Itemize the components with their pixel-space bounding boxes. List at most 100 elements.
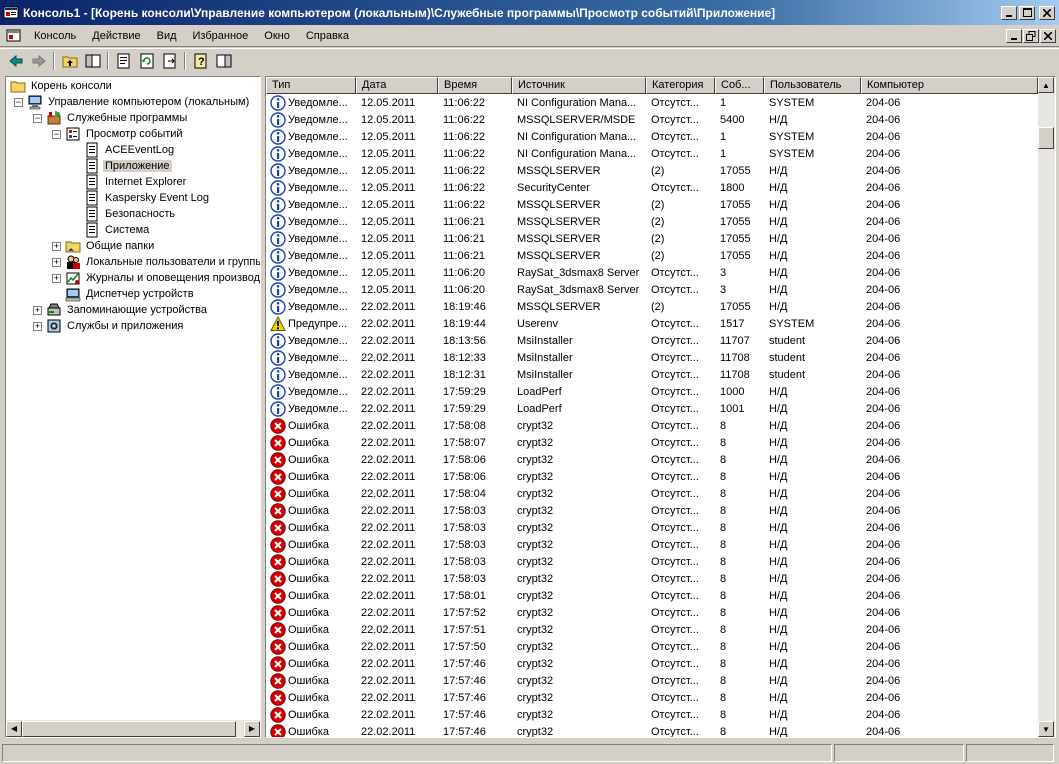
menu-view[interactable]: Вид (149, 30, 185, 42)
table-row[interactable]: Уведомле... 12.05.2011 11:06:22 MSSQLSERVER… (266, 111, 1038, 128)
table-row[interactable]: Ошибка 22.02.2011 17:57:46 crypt32 Отсутст..… (266, 723, 1038, 737)
export-list-button[interactable] (158, 50, 181, 72)
collapse-icon[interactable]: − (52, 129, 61, 139)
tree-item[interactable]: + Службы и приложения (33, 318, 185, 334)
table-row[interactable]: Уведомле... 12.05.2011 11:06:22 MSSQLSERVER… (266, 196, 1038, 213)
scroll-down-button[interactable]: ▼ (1038, 721, 1054, 737)
table-row[interactable]: Уведомле... 12.05.2011 11:06:22 NI Configur… (266, 128, 1038, 145)
console-tree-pane[interactable]: Корень консоли − Управление компьютером (л… (5, 76, 261, 738)
menu-favorites[interactable]: Избранное (185, 30, 257, 42)
expand-icon[interactable]: + (52, 273, 61, 283)
table-row[interactable]: Предупре... 22.02.2011 18:19:44 Userenv Отсу… (266, 315, 1038, 332)
table-row[interactable]: Ошибка 22.02.2011 17:57:46 crypt32 Отсутст..… (266, 655, 1038, 672)
table-row[interactable]: Уведомле... 12.05.2011 11:06:22 NI Configur… (266, 94, 1038, 111)
tree-item[interactable]: + Локальные пользователи и группы (52, 254, 260, 270)
expand-icon[interactable]: + (33, 321, 42, 331)
tree-item[interactable]: + Запоминающие устройства (33, 302, 209, 318)
tree-item[interactable]: Kaspersky Event Log (71, 190, 211, 206)
expand-icon[interactable]: + (52, 241, 61, 251)
tree-item[interactable]: − Служебные программы (33, 110, 189, 126)
column-header-time[interactable]: Время (438, 77, 512, 94)
tree-item[interactable]: Приложение (71, 158, 172, 174)
scroll-thumb[interactable] (22, 720, 236, 737)
table-row[interactable]: Уведомле... 12.05.2011 11:06:21 MSSQLSERVER… (266, 230, 1038, 247)
mmc-app-icon[interactable] (3, 5, 19, 21)
forward-button[interactable] (27, 50, 50, 72)
table-row[interactable]: Ошибка 22.02.2011 17:57:51 crypt32 Отсутст..… (266, 621, 1038, 638)
tree-item[interactable]: − Просмотр событий (52, 126, 185, 142)
collapse-icon[interactable]: − (14, 97, 23, 107)
table-row[interactable]: Ошибка 22.02.2011 17:57:50 crypt32 Отсутст..… (266, 638, 1038, 655)
table-row[interactable]: Ошибка 22.02.2011 17:58:03 crypt32 Отсутст..… (266, 502, 1038, 519)
tree-item[interactable]: + Общие папки (52, 238, 156, 254)
column-header-type[interactable]: Тип (266, 77, 356, 94)
scroll-right-button[interactable]: ▶ (244, 720, 260, 737)
table-row[interactable]: Уведомле... 12.05.2011 11:06:20 RaySat_3dsm… (266, 281, 1038, 298)
tree-item[interactable]: Диспетчер устройств (52, 286, 196, 302)
table-row[interactable]: Ошибка 22.02.2011 17:58:03 crypt32 Отсутст..… (266, 570, 1038, 587)
minimize-button[interactable] (1001, 5, 1017, 20)
table-row[interactable]: Уведомле... 22.02.2011 18:13:56 MsiInstalle… (266, 332, 1038, 349)
table-row[interactable]: Ошибка 22.02.2011 17:58:07 crypt32 Отсутст..… (266, 434, 1038, 451)
table-row[interactable]: Уведомле... 22.02.2011 18:12:33 MsiInstalle… (266, 349, 1038, 366)
table-row[interactable]: Ошибка 22.02.2011 17:58:06 crypt32 Отсутст..… (266, 468, 1038, 485)
close-button[interactable] (1039, 5, 1055, 20)
collapse-icon[interactable]: − (33, 113, 42, 123)
table-row[interactable]: Ошибка 22.02.2011 17:58:04 crypt32 Отсутст..… (266, 485, 1038, 502)
menu-console[interactable]: Консоль (26, 30, 84, 42)
table-row[interactable]: Ошибка 22.02.2011 17:58:03 crypt32 Отсутст..… (266, 553, 1038, 570)
table-row[interactable]: Ошибка 22.02.2011 17:58:03 crypt32 Отсутст..… (266, 519, 1038, 536)
child-minimize-button[interactable] (1006, 29, 1022, 43)
tree-item[interactable]: ACEEventLog (71, 142, 176, 158)
table-row[interactable]: Уведомле... 12.05.2011 11:06:20 RaySat_3dsm… (266, 264, 1038, 281)
tree-item[interactable]: + Журналы и оповещения производительности (52, 270, 260, 286)
table-row[interactable]: Уведомле... 22.02.2011 18:12:31 MsiInstalle… (266, 366, 1038, 383)
table-row[interactable]: Ошибка 22.02.2011 17:57:46 crypt32 Отсутст..… (266, 672, 1038, 689)
menu-window[interactable]: Окно (256, 30, 298, 42)
show-hide-tree-button[interactable] (81, 50, 104, 72)
table-row[interactable]: Ошибка 22.02.2011 17:58:03 crypt32 Отсутст..… (266, 536, 1038, 553)
properties-button[interactable] (112, 50, 135, 72)
tree-item[interactable]: Internet Explorer (71, 174, 188, 190)
table-row[interactable]: Уведомле... 22.02.2011 18:19:46 MSSQLSERVER… (266, 298, 1038, 315)
scroll-left-button[interactable]: ◀ (6, 720, 22, 737)
scroll-thumb[interactable] (1038, 127, 1054, 149)
table-row[interactable]: Уведомле... 12.05.2011 11:06:22 MSSQLSERVER… (266, 162, 1038, 179)
expand-icon[interactable]: + (52, 257, 61, 267)
table-row[interactable]: Уведомле... 12.05.2011 11:06:21 MSSQLSERVER… (266, 213, 1038, 230)
table-row[interactable]: Уведомле... 12.05.2011 11:06:21 MSSQLSERVER… (266, 247, 1038, 264)
up-one-level-button[interactable] (58, 50, 81, 72)
tree-item[interactable]: Безопасность (71, 206, 177, 222)
column-header-event[interactable]: Соб... (715, 77, 764, 94)
table-row[interactable]: Ошибка 22.02.2011 17:57:46 crypt32 Отсутст..… (266, 706, 1038, 723)
back-button[interactable] (4, 50, 27, 72)
scroll-up-button[interactable]: ▲ (1038, 77, 1054, 93)
table-row[interactable]: Ошибка 22.02.2011 17:58:08 crypt32 Отсутст..… (266, 417, 1038, 434)
column-header-date[interactable]: Дата (356, 77, 438, 94)
maximize-button[interactable] (1019, 5, 1035, 20)
expand-icon[interactable]: + (33, 305, 42, 315)
table-row[interactable]: Ошибка 22.02.2011 17:57:52 crypt32 Отсутст..… (266, 604, 1038, 621)
table-row[interactable]: Уведомле... 12.05.2011 11:06:22 NI Configur… (266, 145, 1038, 162)
menu-help[interactable]: Справка (298, 30, 357, 42)
show-hide-action-pane-button[interactable] (212, 50, 235, 72)
console-window-icon[interactable] (5, 28, 23, 44)
list-vertical-scrollbar[interactable]: ▲ ▼ (1038, 77, 1055, 737)
column-header-computer[interactable]: Компьютер (861, 77, 1038, 94)
column-header-source[interactable]: Источник (512, 77, 646, 94)
help-button[interactable]: ? (189, 50, 212, 72)
table-row[interactable]: Уведомле... 22.02.2011 17:59:29 LoadPerf Отс… (266, 400, 1038, 417)
table-row[interactable]: Уведомле... 22.02.2011 17:59:29 LoadPerf Отс… (266, 383, 1038, 400)
tree-horizontal-scrollbar[interactable]: ◀ ▶ (6, 720, 260, 737)
tree-item[interactable]: Корень консоли (10, 78, 114, 94)
tree-item[interactable]: − Управление компьютером (локальным) (14, 94, 251, 110)
event-list-pane[interactable]: Тип Дата Время Источник Категория Соб...… (265, 76, 1056, 738)
table-row[interactable]: Ошибка 22.02.2011 17:58:01 crypt32 Отсутст..… (266, 587, 1038, 604)
child-restore-button[interactable] (1023, 29, 1039, 43)
menu-action[interactable]: Действие (84, 30, 148, 42)
table-row[interactable]: Ошибка 22.02.2011 17:58:06 crypt32 Отсутст..… (266, 451, 1038, 468)
table-row[interactable]: Уведомле... 12.05.2011 11:06:22 SecurityCen… (266, 179, 1038, 196)
column-header-user[interactable]: Пользователь (764, 77, 861, 94)
tree-item[interactable]: Система (71, 222, 151, 238)
scroll-track[interactable] (22, 720, 244, 737)
